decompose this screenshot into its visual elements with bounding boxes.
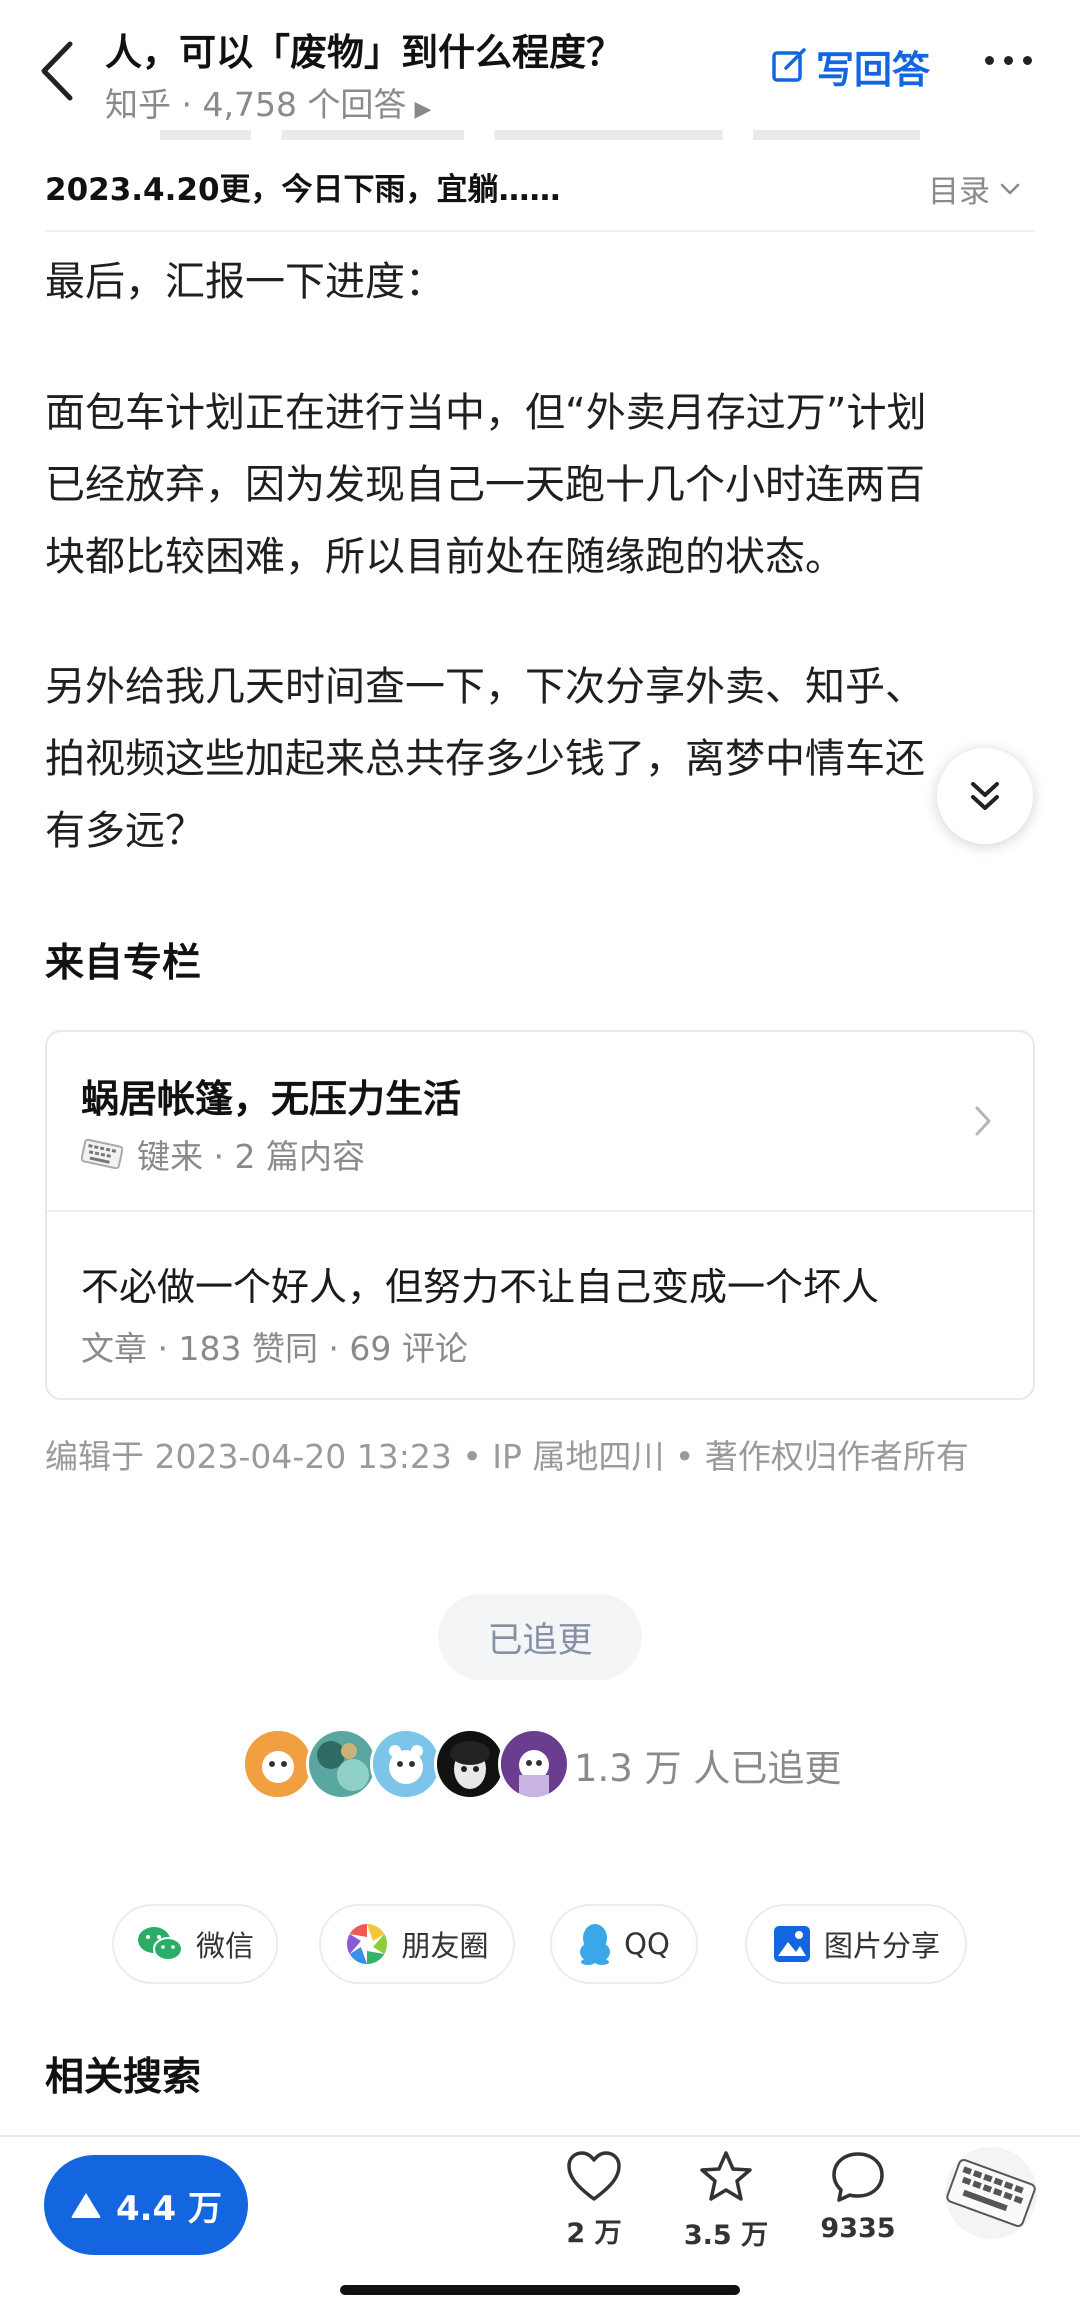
author-avatar[interactable] [945, 2147, 1037, 2239]
more-options-button[interactable] [985, 56, 1032, 65]
keyboard-avatar-icon [81, 1138, 123, 1170]
like-button[interactable]: 2 万 [534, 2149, 654, 2250]
scrolled-text-fragment [160, 118, 920, 140]
scroll-next-answer-button[interactable] [937, 748, 1033, 844]
text-line: 拍视频这些加起来总共存多少钱了，离梦中情车还 [45, 736, 925, 782]
bottom-action-bar: 4.4 万 2 万 3.5 万 9335 [0, 2135, 1080, 2311]
toc-button[interactable]: 目录 [928, 166, 1020, 211]
more-dots-icon [985, 56, 994, 65]
column-article-item[interactable]: 不必做一个好人，但努力不让自己变成一个坏人 文章 · 183 赞同 · 69 评… [47, 1212, 1033, 1398]
followed-button[interactable]: 已追更 [438, 1594, 642, 1680]
comment-bubble-icon [832, 2152, 884, 2202]
upvote-count: 4.4 万 [115, 2188, 223, 2229]
column-meta: 键来 · 2 篇内容 [81, 1130, 365, 1178]
write-answer-button[interactable]: 写回答 [770, 44, 930, 92]
top-navigation-bar: 人，可以「废物」到什么程度？ 知乎 · 4,758 个回答 ▶ 写回答 [0, 0, 1080, 150]
chevron-right-icon [975, 1106, 991, 1136]
text-line: 另外给我几天时间查一下，下次分享外卖、知乎、 [45, 664, 925, 710]
upvote-button[interactable]: 4.4 万 [44, 2155, 248, 2255]
chevron-left-icon [41, 41, 73, 101]
share-moments-label: 朋友圈 [401, 1929, 489, 1963]
favorite-count: 3.5 万 [683, 2220, 769, 2251]
star-icon [700, 2151, 752, 2201]
edit-info: 编辑于 2023-04-20 13:23 • IP 属地四川 • 著作权归作者所… [45, 1437, 969, 1476]
share-qq-label: QQ [624, 1927, 670, 1961]
triangle-up-icon [71, 2193, 101, 2218]
avatar [434, 1728, 506, 1800]
text-line: 有多远？ [45, 808, 205, 854]
share-qq-button[interactable]: QQ [550, 1904, 698, 1984]
favorite-button[interactable]: 3.5 万 [666, 2149, 786, 2252]
write-answer-label: 写回答 [816, 47, 931, 92]
column-card: 蜗居帐篷，无压力生活 键来 · 2 篇内容 不必做一个好人，但努力不让自己变成一… [45, 1030, 1035, 1400]
answer-paragraph: 面包车计划正在进行当中，但“外卖月存过万”计划 已经放弃，因为发现自己一天跑十几… [45, 377, 1035, 593]
column-meta-text: 键来 · 2 篇内容 [137, 1137, 365, 1176]
text-line: 块都比较困难，所以目前处在随缘跑的状态。 [45, 534, 845, 580]
home-indicator [340, 2285, 740, 2295]
comment-button[interactable]: 9335 [798, 2149, 918, 2244]
share-image-label: 图片分享 [823, 1929, 940, 1963]
share-image-button[interactable]: 图片分享 [745, 1904, 967, 1984]
table-of-contents-bar: 2023.4.20更，今日下雨，宜躺…… 目录 [45, 152, 1035, 232]
avatar [306, 1728, 378, 1800]
image-share-icon [773, 1926, 810, 1962]
article-meta: 文章 · 183 赞同 · 69 评论 [81, 1329, 468, 1368]
qq-icon [580, 1924, 611, 1965]
share-wechat-button[interactable]: 微信 [112, 1904, 278, 1984]
answer-paragraph: 最后，汇报一下进度： [45, 259, 445, 305]
keyboard-avatar-icon [945, 2147, 1037, 2239]
like-count: 2 万 [566, 2218, 622, 2249]
share-moments-button[interactable]: 朋友圈 [319, 1904, 515, 1984]
avatar [242, 1728, 314, 1800]
chevron-down-icon [1000, 183, 1020, 194]
avatar [370, 1728, 442, 1800]
follower-avatars[interactable] [242, 1728, 570, 1800]
text-line: 已经放弃，因为发现自己一天跑十几个小时连两百 [45, 462, 925, 508]
column-name: 蜗居帐篷，无压力生活 [81, 1077, 462, 1121]
share-wechat-label: 微信 [195, 1929, 254, 1963]
article-title: 不必做一个好人，但努力不让自己变成一个坏人 [81, 1265, 880, 1309]
text-line: 面包车计划正在进行当中，但“外卖月存过万”计划 [45, 390, 927, 436]
moments-icon [347, 1924, 388, 1964]
double-chevron-down-icon [971, 782, 999, 810]
current-section-heading: 2023.4.20更，今日下雨，宜躺…… [45, 172, 561, 208]
follower-count: 1.3 万 人已追更 [574, 1747, 842, 1790]
avatar [498, 1728, 570, 1800]
wechat-icon [137, 1927, 183, 1961]
question-title[interactable]: 人，可以「废物」到什么程度？ [105, 22, 623, 76]
back-button[interactable] [38, 38, 88, 104]
answer-paragraph: 另外给我几天时间查一下，下次分享外卖、知乎、 拍视频这些加起来总共存多少钱了，离… [45, 651, 1035, 867]
column-section-title: 来自专栏 [45, 941, 202, 986]
heart-icon [567, 2151, 621, 2201]
comment-count: 9335 [820, 2213, 896, 2244]
related-search-title: 相关搜索 [45, 2055, 202, 2100]
edit-icon [772, 48, 806, 82]
column-header[interactable]: 蜗居帐篷，无压力生活 键来 · 2 篇内容 [47, 1032, 1033, 1210]
toc-label: 目录 [928, 174, 990, 210]
